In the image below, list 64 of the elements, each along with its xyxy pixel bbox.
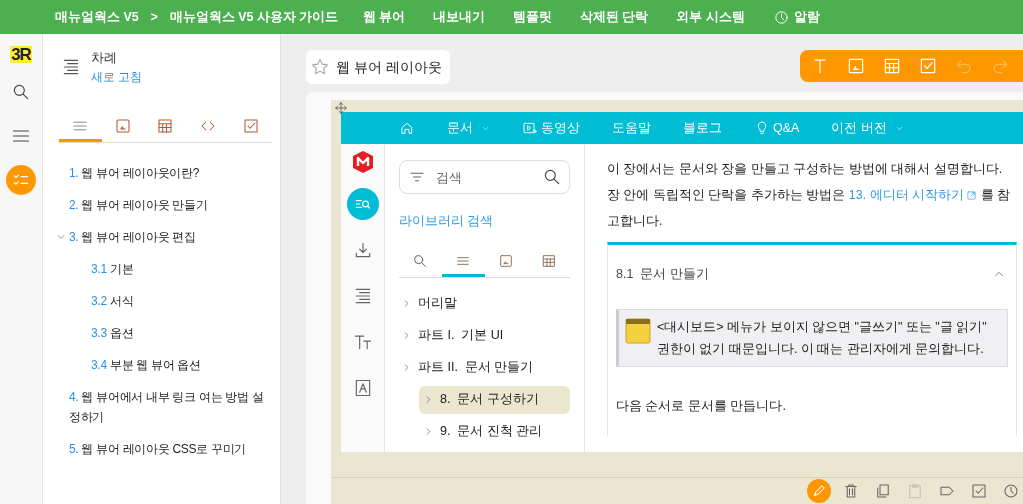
table-icon (540, 253, 557, 270)
toc-item[interactable]: 1. 웹 뷰어 레이아웃이란? (69, 162, 200, 183)
intro-paragraph: 이 장에서는 문서와 장을 만들고 구성하는 방법에 대해서 설명합니다. 장 안에 독립적인 단락을 추가하는 방법은 13. 에디터 시작하기 를 참고합니다. (607, 161, 1012, 230)
nav-item[interactable]: 도움말 (612, 118, 651, 138)
breadcrumb-link[interactable]: 매뉴얼웍스 V5 (55, 7, 139, 27)
checkbox-icon (241, 117, 260, 135)
notepad-icon (625, 318, 651, 344)
menu-item[interactable]: 외부 시스템 (676, 7, 745, 27)
home-button[interactable] (399, 120, 415, 136)
toc-item[interactable]: 5. 웹 뷰어 레이아웃 CSS로 꾸미기 (69, 438, 247, 459)
chapter-link[interactable]: 13. 에디터 시작하기 (848, 182, 978, 208)
toc-item[interactable]: 3.3 옵션 (91, 322, 134, 343)
copy-icon[interactable] (874, 482, 892, 500)
nav-item[interactable]: 이전 버전 (831, 118, 904, 138)
tree-item[interactable]: 8. 문서 구성하기 (419, 385, 570, 414)
nav-item[interactable]: 블로그 (683, 118, 722, 138)
menu-item[interactable]: 내보내기 (433, 7, 485, 27)
toc-item[interactable]: 3. 웹 뷰어 레이아웃 편집 (69, 226, 196, 247)
move-icon[interactable] (334, 101, 348, 115)
table-icon (156, 117, 175, 135)
toc-item[interactable]: 3.4 부분 웹 뷰어 옵션 (91, 354, 201, 375)
toc-item[interactable]: 2. 웹 뷰어 레이아웃 만들기 (69, 194, 208, 215)
nav-item[interactable]: Q&A (754, 118, 800, 138)
image-icon (497, 253, 514, 270)
breadcrumb-link[interactable]: 매뉴얼웍스 V5 사용자 가이드 (169, 7, 339, 27)
menu-item[interactable]: 삭제된 단락 (580, 7, 649, 27)
toc-title: 차례 (91, 49, 118, 67)
alarm-button[interactable]: 알람 (772, 7, 820, 27)
clock-icon[interactable] (1002, 482, 1020, 500)
search-icon[interactable] (542, 167, 562, 187)
toc-item[interactable]: 3.1 기본 (91, 258, 134, 279)
menu-item[interactable]: 웹 뷰어 (362, 7, 405, 27)
checkbox-icon[interactable] (918, 56, 938, 76)
clock-icon (772, 8, 790, 26)
logo-icon (350, 150, 375, 174)
nav-item[interactable]: 문서 (447, 118, 490, 138)
toc-item[interactable]: 4. 웹 뷰어에서 내부 링크 여는 방법 설정하기 (69, 386, 272, 427)
logo: 3R (10, 46, 32, 63)
tree-item[interactable]: 파트 II. 문서 만들기 (399, 353, 570, 382)
page-title: 웹 뷰어 레이아웃 (336, 57, 442, 77)
section-title: 8.1 문서 만들기 (616, 265, 709, 283)
checkbox-icon[interactable] (970, 482, 988, 500)
library-search-link[interactable]: 라이브러리 검색 (399, 212, 570, 231)
breadcrumb-separator: > (150, 9, 158, 26)
menu-item[interactable]: 템플릿 (513, 7, 552, 27)
star-icon[interactable] (310, 57, 330, 77)
search-field[interactable]: 검색 (399, 160, 570, 194)
note-text: <대시보드> 메뉴가 보이지 않으면 "글쓰기" 또는 "글 읽기" 권한이 없기 때문입니다. 이 때는 관리자에게 문의합니다. (657, 319, 988, 358)
search-icon (412, 253, 429, 270)
table-icon[interactable] (882, 56, 902, 76)
image-icon[interactable] (846, 56, 866, 76)
refresh-link[interactable]: 새로 고침 (91, 67, 143, 86)
section-paragraph: 다음 순서로 문서를 만듭니다. (616, 398, 787, 415)
tree-item[interactable]: 머리말 (399, 289, 570, 318)
search-icon (11, 82, 31, 102)
nav-item[interactable]: 동영상 (522, 118, 580, 138)
external-link-icon (966, 189, 978, 201)
tree-item[interactable]: 9. 문서 진척 관리 (419, 417, 570, 446)
toc-item[interactable]: 3.2 서식 (91, 290, 134, 311)
image-icon (113, 117, 132, 135)
tree-item[interactable]: 파트 I. 기본 UI (399, 321, 570, 350)
trash-icon[interactable] (842, 482, 860, 500)
home-icon (399, 120, 415, 136)
video-icon (522, 120, 538, 136)
